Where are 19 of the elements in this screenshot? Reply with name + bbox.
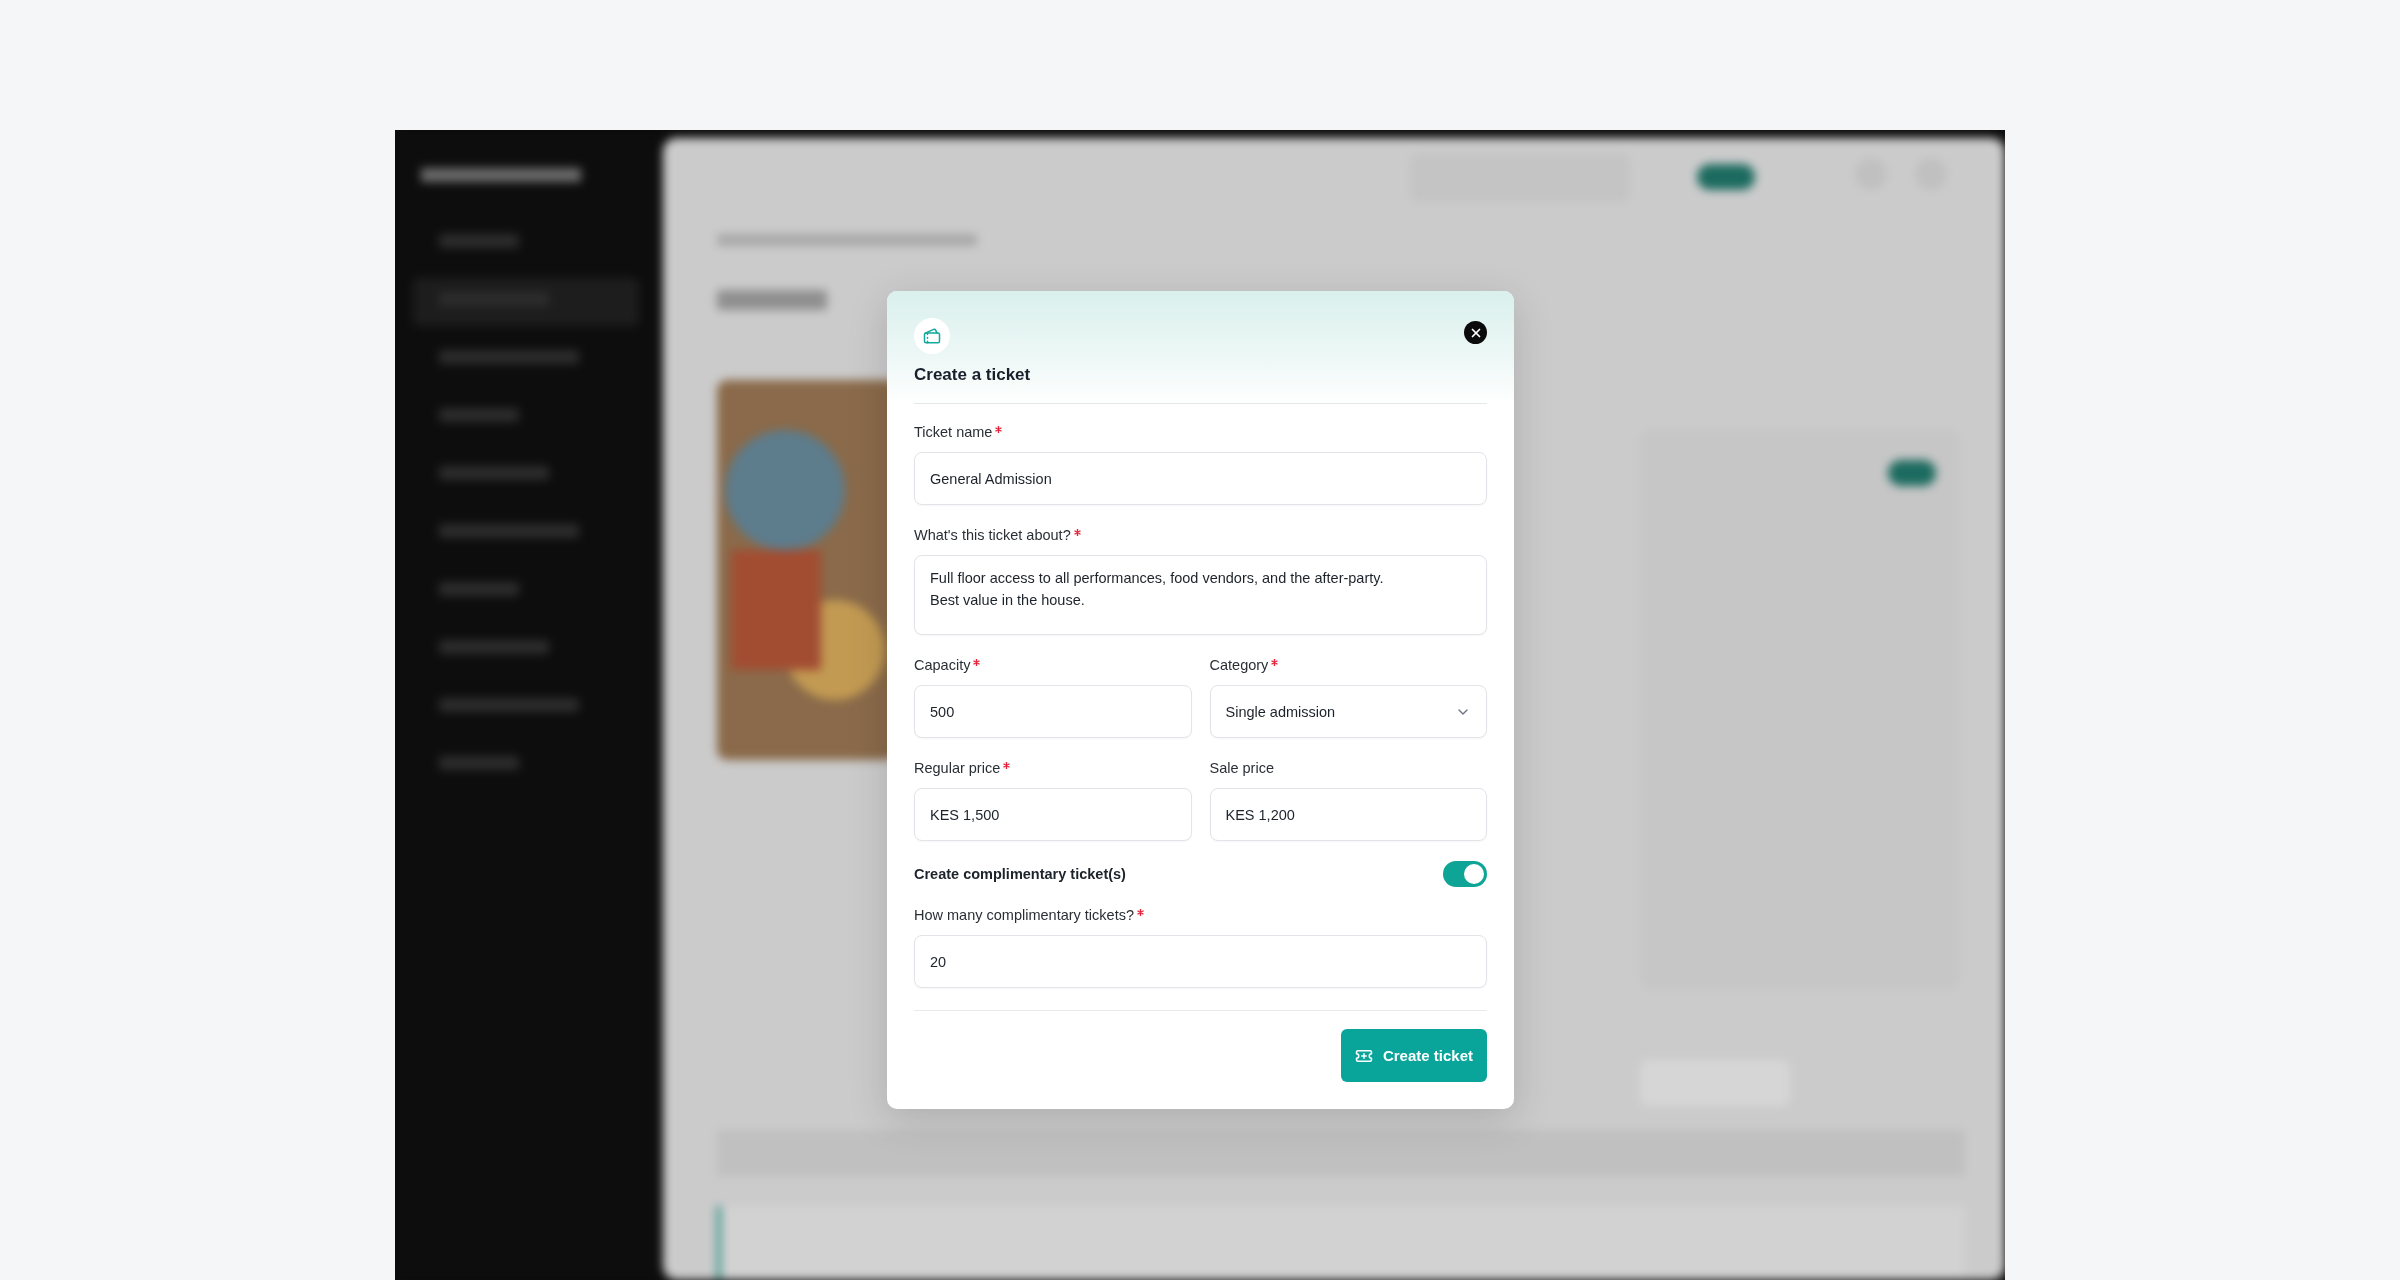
field-label: Regular price: [914, 760, 1001, 776]
text-area[interactable]: Full floor access to all performances, food vendors, and the after-party. Best value in the house.: [914, 555, 1487, 635]
field-label: What's this ticket about?: [914, 527, 1071, 543]
field-label: Category: [1209, 657, 1269, 673]
toggle-switch[interactable]: [1443, 861, 1487, 887]
input-field[interactable]: 20: [914, 935, 1487, 988]
input-field[interactable]: KES 1,200: [1209, 788, 1487, 841]
category-select[interactable]: Single admission: [1209, 685, 1487, 738]
field-label: How many complimentary tickets?: [914, 907, 1134, 923]
field-label: Sale price: [1209, 760, 1274, 776]
dialog-title: Create a ticket: [914, 365, 1487, 404]
tickets-icon: [914, 318, 950, 354]
field-label: Ticket name: [914, 424, 993, 440]
toggle-label: Create complimentary ticket(s): [914, 866, 1126, 882]
input-field[interactable]: General Admission: [914, 452, 1487, 505]
close-button[interactable]: [1464, 321, 1487, 344]
field-label: Capacity: [914, 657, 971, 673]
input-field[interactable]: 500: [914, 685, 1192, 738]
input-field[interactable]: KES 1,500: [914, 788, 1192, 841]
